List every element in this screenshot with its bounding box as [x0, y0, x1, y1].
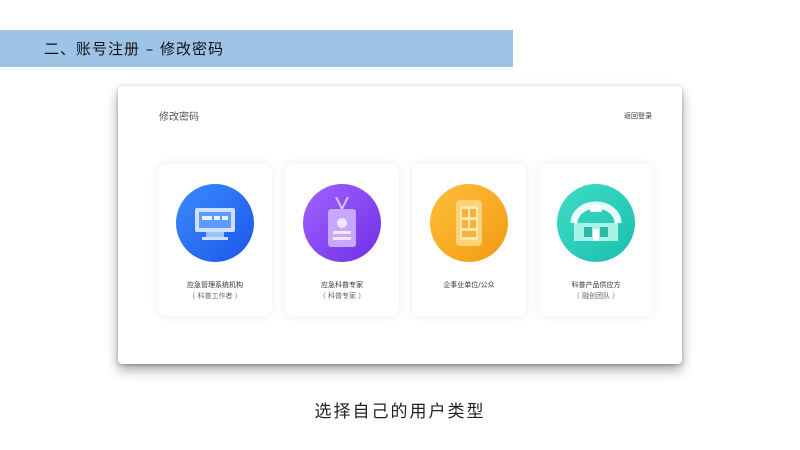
back-to-login-link[interactable]: 返回登录 [624, 111, 652, 121]
section-title: 二、账号注册 – 修改密码 [44, 40, 225, 58]
slide-caption: 选择自己的用户类型 [314, 402, 486, 422]
monitor-icon [176, 184, 254, 262]
card-label: 企事业单位/公众 [443, 281, 495, 289]
card-label: 应急科普专家 [321, 281, 363, 289]
phone-icon [430, 184, 508, 262]
change-password-panel: 修改密码 返回登录 应急管理系统机构 （ 科普工作者 ） 应急科普专家 （ 科普… [118, 86, 682, 364]
user-type-card-enterprise-public[interactable]: 企事业单位/公众 [412, 164, 526, 316]
panel-title: 修改密码 [159, 112, 199, 123]
card-label: 应急管理系统机构 [187, 281, 243, 289]
card-sublabel: （ 科普专家 ） [318, 292, 366, 300]
storefront-icon [557, 184, 635, 262]
user-type-cards: 应急管理系统机构 （ 科普工作者 ） 应急科普专家 （ 科普专家 ） 企事业单位… [158, 164, 653, 316]
user-type-card-emergency-agency[interactable]: 应急管理系统机构 （ 科普工作者 ） [158, 164, 272, 316]
card-label: 科普产品供应方 [571, 281, 621, 289]
user-type-card-supplier[interactable]: 科普产品供应方 （ 融创团队 ） [539, 164, 653, 316]
card-sublabel: （ 科普工作者 ） [188, 292, 242, 300]
badge-icon [303, 184, 381, 262]
card-sublabel: （ 融创团队 ） [572, 292, 620, 300]
user-type-card-expert[interactable]: 应急科普专家 （ 科普专家 ） [285, 164, 399, 316]
section-banner: 二、账号注册 – 修改密码 [0, 30, 513, 67]
